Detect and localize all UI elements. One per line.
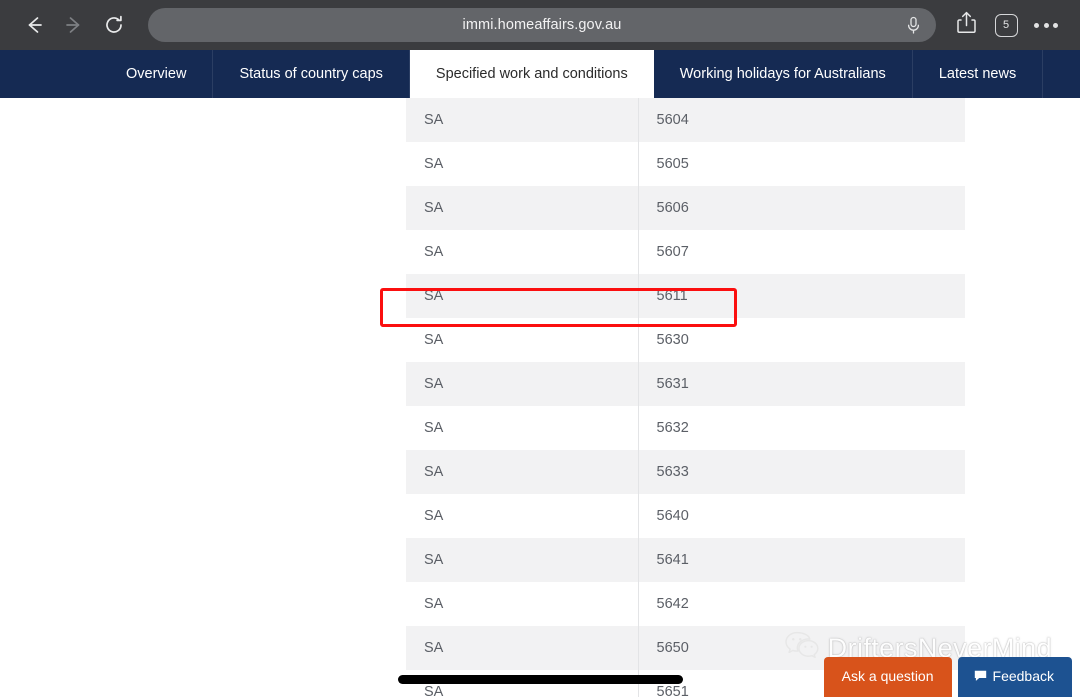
page-content: SA 5604 SA 5605 SA 5606 SA 5607 SA 5611 SA 5630 SA 56… [0,98,1080,697]
microphone-icon[interactable] [904,14,922,36]
back-arrow-icon [23,14,45,36]
ask-a-question-button[interactable]: Ask a question [823,657,952,697]
back-button[interactable] [14,5,54,45]
table-cell-postcode: 5631 [637,362,965,406]
tab-overview[interactable]: Overview [100,50,214,98]
table-cell-postcode: 5604 [637,98,965,142]
table-cell-postcode: 5641 [637,538,965,582]
reload-button[interactable] [94,5,134,45]
tab-working-holidays-for-australians-label: Working holidays for Australians [679,66,886,82]
table-row: SA 5640 [406,494,965,538]
forward-arrow-icon [63,14,85,36]
more-horizontal-icon [1034,22,1058,28]
nav-left-spacer [0,50,100,98]
feedback-label: Feedback [992,668,1054,684]
reload-icon [103,14,125,36]
table-cell-state: SA [406,406,638,450]
table-row: SA 5642 [406,582,965,626]
table-cell-state: SA [406,582,638,626]
address-bar[interactable]: immi.homeaffairs.gov.au [148,8,936,42]
table-cell-postcode: 5630 [637,318,965,362]
table-cell-postcode: 5632 [637,406,965,450]
feedback-button[interactable]: Feedback [957,657,1072,697]
comment-icon [974,670,987,682]
table-row: SA 5632 [406,406,965,450]
horizontal-scrollbar-thumb[interactable] [398,675,683,684]
table-cell-state: SA [406,186,638,230]
forward-button[interactable] [54,5,94,45]
browser-window: immi.homeaffairs.gov.au 5 Overview Statu… [0,0,1080,697]
browser-toolbar: immi.homeaffairs.gov.au 5 [0,0,1080,50]
tab-latest-news[interactable]: Latest news [913,50,1044,98]
table-row: SA 5607 [406,230,965,274]
table-cell-state: SA [406,450,638,494]
tab-working-holidays-for-australians[interactable]: Working holidays for Australians [654,50,913,98]
table-row: SA 5605 [406,142,965,186]
tab-specified-work-and-conditions[interactable]: Specified work and conditions [409,50,654,98]
table-row: SA 5604 [406,98,965,142]
url-text: immi.homeaffairs.gov.au [462,17,622,33]
table-row: SA 5631 [406,362,965,406]
table-cell-postcode: 5607 [637,230,965,274]
tab-status-of-country-caps-label: Status of country caps [239,66,383,82]
table-cell-state: SA [406,538,638,582]
table-cell-postcode: 5606 [637,186,965,230]
table-cell-state: SA [406,230,638,274]
tab-count-button[interactable]: 5 [986,5,1026,45]
table-row: SA 5611 [406,274,965,318]
site-navigation-bar: Overview Status of country caps Specifie… [0,50,1080,98]
tab-latest-news-label: Latest news [938,66,1017,82]
table-cell-state: SA [406,494,638,538]
ask-a-question-label: Ask a question [841,668,934,684]
table-row: SA 5641 [406,538,965,582]
floating-action-buttons: Ask a question Feedback [823,657,1072,697]
table-cell-postcode: 5605 [637,142,965,186]
postcode-table-body: SA 5604 SA 5605 SA 5606 SA 5607 SA 5611 SA 5630 SA 56… [406,98,965,697]
postcode-table-container: SA 5604 SA 5605 SA 5606 SA 5607 SA 5611 SA 5630 SA 56… [406,98,965,697]
table-row: SA 5630 [406,318,965,362]
table-cell-state: SA [406,318,638,362]
share-icon [956,11,977,39]
table-cell-state: SA [406,626,638,670]
table-cell-postcode: 5611 [637,274,965,318]
table-cell-postcode: 5642 [637,582,965,626]
table-cell-postcode: 5633 [637,450,965,494]
tab-count-badge: 5 [994,13,1018,37]
table-row: SA 5606 [406,186,965,230]
table-row: SA 5633 [406,450,965,494]
tab-overview-label: Overview [126,66,187,82]
postcode-table: SA 5604 SA 5605 SA 5606 SA 5607 SA 5611 SA 5630 SA 56… [406,98,965,697]
table-cell-state: SA [406,362,638,406]
table-cell-state: SA [406,274,638,318]
table-cell-state: SA [406,98,638,142]
tab-status-of-country-caps[interactable]: Status of country caps [213,50,410,98]
more-options-button[interactable] [1026,5,1066,45]
table-cell-postcode: 5640 [637,494,965,538]
share-button[interactable] [946,5,986,45]
table-cell-state: SA [406,142,638,186]
tab-specified-work-and-conditions-label: Specified work and conditions [435,66,628,82]
